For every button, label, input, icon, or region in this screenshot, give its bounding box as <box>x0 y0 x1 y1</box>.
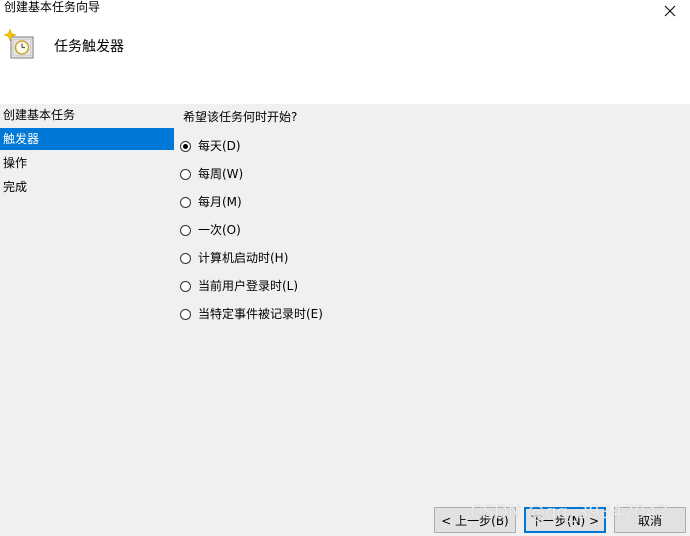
nav-step-action[interactable]: 操作 <box>0 152 174 174</box>
radio-label: 每月(M) <box>198 195 242 209</box>
cancel-button[interactable]: 取消 <box>614 507 686 533</box>
nav-step-label: 操作 <box>3 156 28 170</box>
page-title: 任务触发器 <box>54 39 124 55</box>
close-icon <box>664 5 676 17</box>
radio-once[interactable]: 一次(O) <box>180 220 241 240</box>
trigger-options-panel: 希望该任务何时开始? 每天(D) 每周(W) 每月(M) 一次(O) 计算机启动… <box>180 104 680 484</box>
radio-button[interactable] <box>180 308 191 320</box>
nav-step-finish[interactable]: 完成 <box>0 176 174 198</box>
title-bar: 创建基本任务向导 <box>0 0 690 24</box>
radio-label: 一次(O) <box>198 223 241 237</box>
radio-button[interactable] <box>180 196 191 208</box>
wizard-window: 创建基本任务向导 任务触发器 创建基本任务 触发器 操作 完成 希望该任务何时开… <box>0 0 690 536</box>
nav-step-label: 完成 <box>3 180 28 194</box>
radio-button[interactable] <box>180 168 191 180</box>
back-button[interactable]: < 上一步(B) <box>434 507 516 533</box>
wizard-header: 任务触发器 <box>0 24 690 104</box>
radio-label: 每天(D) <box>198 139 241 153</box>
nav-step-label: 创建基本任务 <box>3 108 76 122</box>
radio-at-logon[interactable]: 当前用户登录时(L) <box>180 276 298 296</box>
window-title: 创建基本任务向导 <box>4 0 101 14</box>
wizard-step-list: 创建基本任务 触发器 操作 完成 <box>0 104 174 536</box>
radio-daily[interactable]: 每天(D) <box>180 136 241 156</box>
radio-button-checked[interactable] <box>180 140 191 152</box>
trigger-question: 希望该任务何时开始? <box>183 110 298 124</box>
radio-label: 每周(W) <box>198 167 244 181</box>
close-button[interactable] <box>650 0 690 22</box>
nav-step-create-basic-task[interactable]: 创建基本任务 <box>0 104 174 126</box>
radio-label: 当前用户登录时(L) <box>198 279 299 293</box>
nav-step-trigger[interactable]: 触发器 <box>0 128 174 150</box>
radio-label: 计算机启动时(H) <box>198 251 289 265</box>
next-button[interactable]: 下一步(N) > <box>524 507 606 533</box>
task-scheduler-clock-icon <box>4 28 34 59</box>
nav-step-label: 触发器 <box>3 132 40 146</box>
radio-label: 当特定事件被记录时(E) <box>198 307 323 321</box>
radio-button[interactable] <box>180 280 191 292</box>
radio-button[interactable] <box>180 252 191 264</box>
radio-monthly[interactable]: 每月(M) <box>180 192 242 212</box>
radio-button[interactable] <box>180 224 191 236</box>
radio-on-event[interactable]: 当特定事件被记录时(E) <box>180 304 323 324</box>
radio-at-startup[interactable]: 计算机启动时(H) <box>180 248 288 268</box>
radio-weekly[interactable]: 每周(W) <box>180 164 243 184</box>
